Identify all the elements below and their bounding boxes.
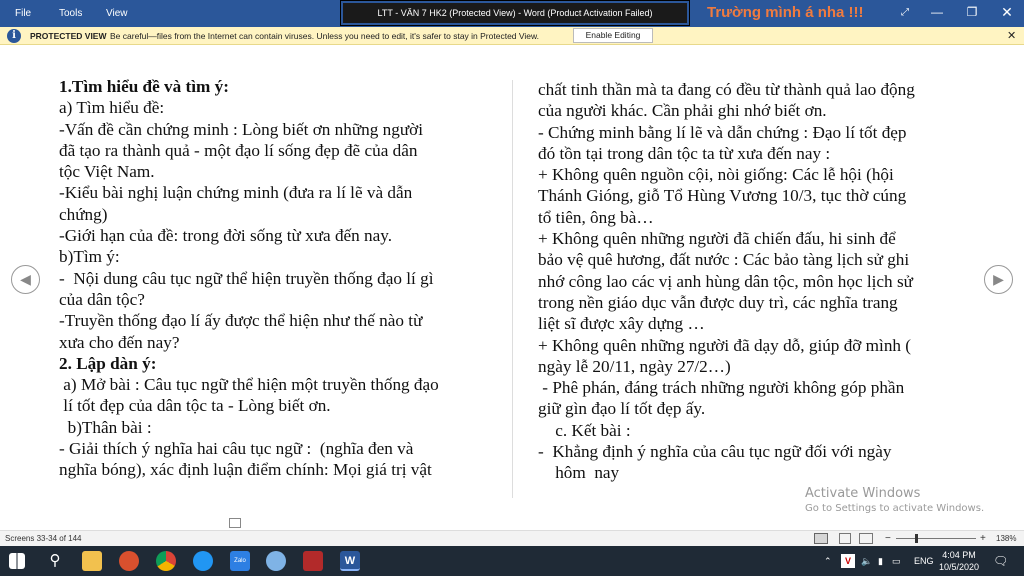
menu-tools[interactable]: Tools (59, 0, 82, 27)
right-page-line: + Không quên nguồn cội, nòi giống: Các l… (538, 165, 894, 185)
left-page-line: nghĩa bóng), xác định luận điểm chính: M… (59, 460, 432, 480)
maximize-button[interactable]: ❐ (957, 0, 987, 27)
right-page-line: trong nền giáo dục vẫn được duy trì, các… (538, 292, 898, 312)
left-page-line: xưa cho đến nay? (59, 332, 180, 352)
right-page-line: nhớ công lao các vị anh hùng dân tộc, mô… (538, 271, 913, 291)
zoom-in-icon[interactable]: + (980, 531, 986, 546)
windows-start-icon[interactable] (9, 553, 25, 569)
volume-icon[interactable]: 🔈 (861, 546, 872, 576)
left-page-line: 2. Lập dàn ý: (59, 353, 157, 373)
zoom-level[interactable]: 138% (996, 531, 1016, 546)
file-explorer-icon[interactable] (82, 551, 102, 571)
chrome-icon[interactable] (156, 551, 176, 571)
app-icon[interactable] (119, 551, 139, 571)
left-page-line: -Vấn đề cần chứng minh : Lòng biết ơn nh… (59, 119, 424, 139)
zalo-icon[interactable]: Zalo (230, 551, 250, 571)
taskbar: ⚲ Zalo W ⌃ V 🔈 ▮ ▭ ENG 4:04 PM 10/5/2020… (0, 546, 1024, 576)
unikey-icon[interactable]: V (841, 554, 855, 568)
minimize-button[interactable]: — (922, 0, 952, 27)
right-page-line: tổ tiên, ông bà… (538, 207, 654, 227)
right-page-line: ngày lễ 20/11, ngày 27/2…) (538, 356, 731, 376)
restore-view-icon[interactable]: ⤢ (890, 0, 920, 27)
left-page-line: -Kiểu bài nghị luận chứng minh (đưa ra l… (59, 183, 413, 203)
menu-file[interactable]: File (15, 0, 31, 27)
next-screen-button[interactable]: ▶ (984, 265, 1013, 294)
network-icon[interactable]: ▮ (878, 546, 883, 576)
right-page-line: đó tồn tại trong dân tộc ta từ xưa đến n… (538, 143, 831, 163)
right-page-line: liệt sĩ được xây dựng … (538, 314, 705, 334)
screen-counter: Screens 33-34 of 144 (5, 534, 82, 543)
right-page-line: chất tinh thần mà ta đang có đều từ thàn… (538, 80, 915, 99)
clock-date: 10/5/2020 (938, 562, 980, 572)
protected-view-label: PROTECTED VIEW (30, 31, 107, 41)
left-page-line: b)Tìm ý: (59, 247, 120, 267)
left-page-line: - Nội dung câu tục ngữ thể hiện truyền t… (59, 268, 434, 288)
protected-view-bar: i PROTECTED VIEW Be careful—files from t… (0, 27, 1024, 45)
right-page-line: bảo vệ quê hương, đất nước : Các bảo tàn… (538, 250, 910, 270)
right-page-line: - Khẳng định ý nghĩa của câu tục ngữ đối… (538, 442, 892, 462)
title-bar: File Tools View LTT - VĂN 7 HK2 (Protect… (0, 0, 1024, 27)
left-page-line: a) Tìm hiểu đề: (59, 98, 165, 118)
left-page-line: -Giới hạn của đề: trong đời sống từ xưa … (59, 226, 393, 246)
watermark-subtitle: Go to Settings to activate Windows. (805, 503, 985, 514)
protected-view-message: Be careful—files from the Internet can c… (110, 31, 540, 41)
chrome-profile-icon[interactable] (193, 551, 213, 571)
left-page-line: tộc Việt Nam. (59, 162, 155, 182)
menu-view[interactable]: View (106, 0, 128, 27)
right-page: chất tinh thần mà ta đang có đều từ thàn… (538, 79, 915, 484)
right-page-line: Thánh Gióng, giỗ Tổ Hùng Vương 10/3, tục… (538, 186, 907, 206)
close-bar-icon[interactable]: ✕ (1007, 27, 1016, 45)
right-page-line: hôm nay (538, 463, 620, 483)
search-icon[interactable]: ⚲ (45, 551, 65, 571)
close-button[interactable]: ✕ (992, 0, 1022, 27)
winrar-icon[interactable] (303, 551, 323, 571)
left-page-line: chứng) (59, 204, 108, 224)
left-page-line: 1.Tìm hiểu đề và tìm ý: (59, 77, 229, 96)
clock[interactable]: 4:04 PM 10/5/2020 (938, 546, 980, 576)
document-view[interactable]: 1.Tìm hiểu đề và tìm ý: a) Tìm hiểu đề: -V… (0, 46, 1024, 530)
chevron-up-icon[interactable]: ⌃ (824, 546, 832, 576)
app-globe-icon[interactable] (266, 551, 286, 571)
word-icon[interactable]: W (340, 551, 360, 571)
right-page-line: - Phê phán, đáng trách những người không… (538, 378, 905, 398)
left-page-line: a) Mở bài : Câu tục ngữ thể hiện một tru… (59, 375, 439, 395)
clock-time: 4:04 PM (942, 550, 976, 560)
print-layout-icon[interactable] (839, 533, 851, 544)
right-page-line: + Không quên những người đã chiến đấu, h… (538, 229, 896, 249)
left-page-line: của dân tộc? (59, 289, 145, 309)
window-title: LTT - VĂN 7 HK2 (Protected View) - Word … (340, 0, 690, 26)
battery-icon[interactable]: ▭ (892, 546, 901, 576)
zoom-slider[interactable] (896, 538, 976, 539)
shield-info-icon: i (7, 29, 21, 43)
overlay-caption: Trường mình á nha !!! (707, 4, 864, 21)
read-mode-icon[interactable] (814, 533, 828, 544)
activate-windows-watermark: Activate Windows Go to Settings to activ… (805, 486, 984, 514)
enable-editing-button[interactable]: Enable Editing (573, 28, 653, 43)
right-page-line: của người khác. Cần phải ghi nhớ biết ơn… (538, 101, 827, 121)
left-page-line: - Giải thích ý nghĩa hai câu tục ngữ : (… (59, 439, 414, 459)
zoom-slider-thumb[interactable] (915, 534, 918, 543)
page-marker (229, 518, 241, 528)
watermark-title: Activate Windows (805, 486, 921, 501)
web-layout-icon[interactable] (859, 533, 873, 544)
previous-screen-button[interactable]: ◀ (11, 265, 40, 294)
notifications-icon[interactable]: 🗨 (993, 546, 1008, 576)
status-bar: Screens 33-34 of 144 − + 138% (0, 530, 1024, 546)
right-page-line: - Chứng minh bằng lí lẽ và dẫn chứng : Đ… (538, 122, 907, 142)
language-indicator[interactable]: ENG (914, 546, 934, 576)
right-page-line: c. Kết bài : (538, 420, 631, 440)
left-page: 1.Tìm hiểu đề và tìm ý: a) Tìm hiểu đề: -V… (59, 76, 439, 481)
left-page-line: đã tạo ra thành quả - một đạo lí sống đẹ… (59, 140, 418, 160)
left-page-line: -Truyền thống đạo lí ấy được thể hiện nh… (59, 311, 423, 331)
left-page-line: b)Thân bài : (59, 417, 152, 437)
page-divider (512, 80, 513, 498)
right-page-line: + Không quên những người đã dạy dỗ, giúp… (538, 335, 912, 355)
right-page-line: giữ gìn đạo lí tốt đẹp ấy. (538, 399, 706, 419)
left-page-line: lí tốt đẹp của dân tộc ta - Lòng biết ơn… (59, 396, 331, 416)
zoom-out-icon[interactable]: − (885, 531, 891, 546)
